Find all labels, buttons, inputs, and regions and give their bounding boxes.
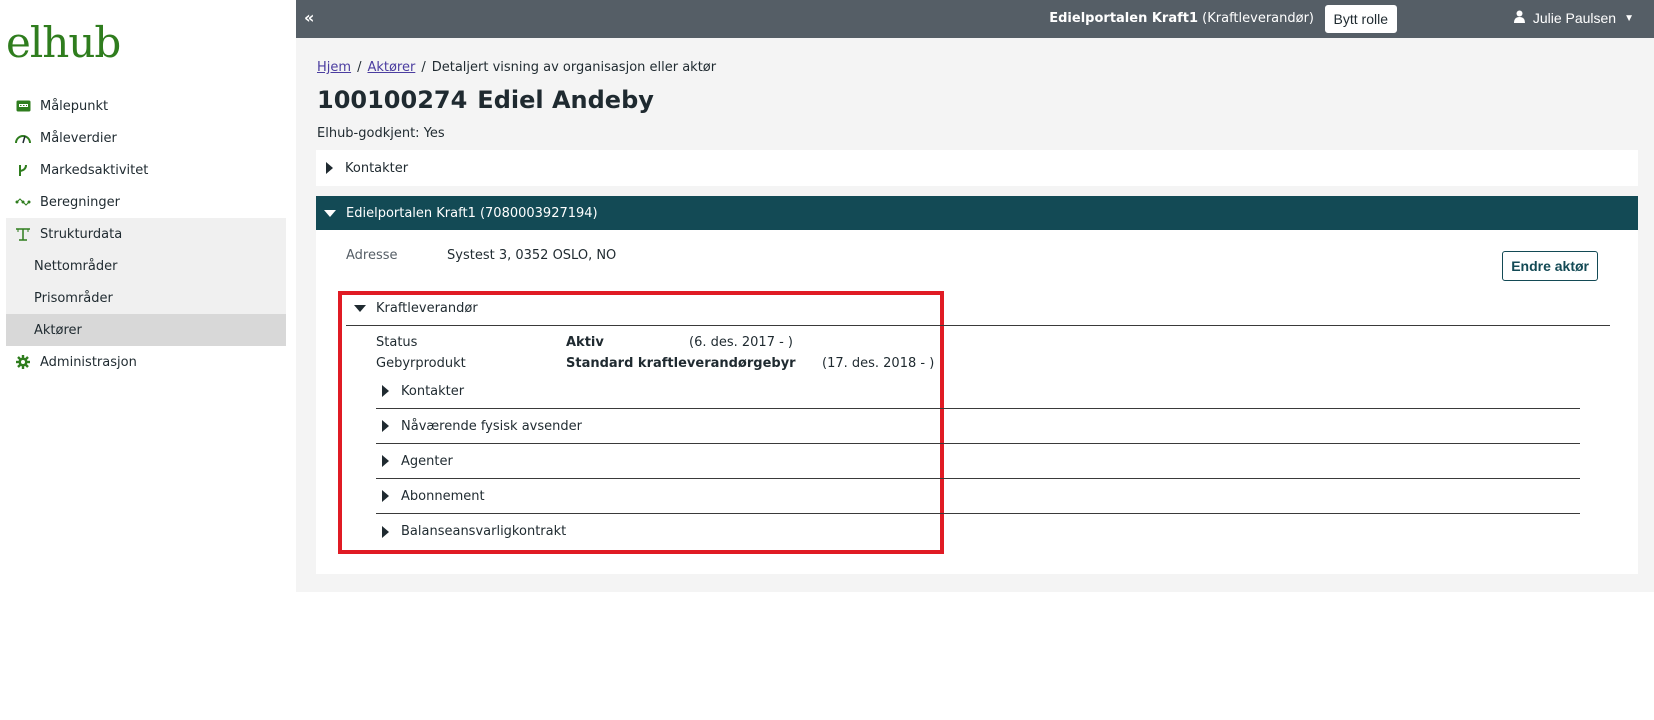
elhub-logo[interactable]: elhub <box>6 18 121 67</box>
contacts-accordion[interactable]: Kontakter <box>316 150 1638 186</box>
gauge-icon <box>14 131 32 145</box>
status-label: Status <box>376 335 418 350</box>
sidebar-item-label: Beregninger <box>40 194 120 210</box>
caret-right-icon <box>382 420 389 432</box>
sidebar-item-label: Administrasjon <box>40 354 137 370</box>
breadcrumb-home-link[interactable]: Hjem <box>317 60 351 75</box>
fee-product-value: Standard kraftleverandørgebyr <box>566 356 796 371</box>
page-title: 100100274 Ediel Andeby <box>317 86 654 114</box>
accordion-label: Kraftleverandør <box>376 301 478 316</box>
main-content: Hjem / Aktører / Detaljert visning av organi… <box>296 38 1654 592</box>
physical-sender-accordion[interactable]: Nåværende fysisk avsender <box>376 409 1580 444</box>
chevron-down-icon: ▼ <box>1624 12 1634 24</box>
switch-role-button[interactable]: Bytt rolle <box>1324 5 1397 33</box>
elhub-approved-status: Elhub-godkjent: Yes <box>317 126 445 141</box>
sidebar-item-malepunkt[interactable]: Målepunkt <box>6 90 286 122</box>
sidebar-item-label: Nettområder <box>34 258 118 274</box>
breadcrumb-separator: / <box>421 60 426 75</box>
breadcrumb: Hjem / Aktører / Detaljert visning av organi… <box>317 60 716 75</box>
sidebar-nav: Målepunkt Måleverdier Markedsaktivitet B… <box>6 90 286 378</box>
role-contacts-accordion[interactable]: Kontakter <box>376 374 1580 409</box>
subscription-accordion[interactable]: Abonnement <box>376 479 1580 514</box>
user-name: Julie Paulsen <box>1532 10 1617 26</box>
accordion-label: Edielportalen Kraft1 (7080003927194) <box>346 205 598 221</box>
user-menu[interactable]: Julie Paulsen ▼ <box>1513 10 1634 26</box>
organization-id: 100100274 <box>317 86 468 114</box>
top-bar: « Edielportalen Kraft1 (Kraftleverandør)… <box>296 0 1654 38</box>
meter-icon <box>14 99 32 113</box>
caret-right-icon <box>382 525 389 538</box>
sidebar-item-markedsaktivitet[interactable]: Markedsaktivitet <box>6 154 286 186</box>
user-icon <box>1513 10 1525 26</box>
pylon-icon <box>14 227 32 241</box>
collapse-sidebar-button[interactable]: « <box>304 8 314 27</box>
status-value: Aktiv <box>566 335 604 350</box>
organization-name: Ediel Andeby <box>477 86 654 114</box>
accordion-label: Abonnement <box>401 488 485 504</box>
calc-icon <box>14 195 32 209</box>
sidebar-item-aktorer[interactable]: Aktører <box>6 314 286 346</box>
sidebar-item-label: Markedsaktivitet <box>40 162 149 178</box>
sidebar-item-label: Prisområder <box>34 290 113 306</box>
fee-product-label: Gebyrprodukt <box>376 356 466 371</box>
sidebar: elhub Målepunkt Måleverdier Markedsaktiv… <box>0 0 296 720</box>
sidebar-item-nettomrader[interactable]: Nettområder <box>6 250 286 282</box>
accordion-label: Kontakter <box>401 383 465 399</box>
address-label: Adresse <box>346 248 398 263</box>
caret-down-icon <box>324 209 336 217</box>
sidebar-item-prisomrader[interactable]: Prisområder <box>6 282 286 314</box>
balance-contract-accordion[interactable]: Balanseansvarligkontrakt <box>376 514 1580 549</box>
gear-icon <box>14 355 32 369</box>
sidebar-item-label: Aktører <box>34 322 82 338</box>
fee-product-date: (17. des. 2018 - ) <box>822 356 935 371</box>
portal-indicator: Edielportalen Kraft1 (Kraftleverandør) <box>1049 11 1314 26</box>
agents-accordion[interactable]: Agenter <box>376 444 1580 479</box>
accordion-label: Balanseansvarligkontrakt <box>401 524 567 539</box>
role-accordion-header[interactable]: Kraftleverandør <box>346 292 1610 326</box>
caret-right-icon <box>382 385 389 397</box>
sidebar-item-label: Strukturdata <box>40 226 123 242</box>
branch-icon <box>14 163 32 177</box>
sidebar-item-administrasjon[interactable]: Administrasjon <box>6 346 286 378</box>
caret-right-icon <box>326 162 333 174</box>
actor-accordion-body: Adresse Systest 3, 0352 OSLO, NO Endre a… <box>316 230 1638 574</box>
actor-accordion-header[interactable]: Edielportalen Kraft1 (7080003927194) <box>316 196 1638 230</box>
breadcrumb-actors-link[interactable]: Aktører <box>367 60 415 75</box>
sidebar-item-label: Målepunkt <box>40 98 109 114</box>
caret-right-icon <box>382 490 389 502</box>
sidebar-item-maleverdier[interactable]: Måleverdier <box>6 122 286 154</box>
sidebar-item-label: Måleverdier <box>40 130 117 146</box>
portal-role: (Kraftleverandør) <box>1202 11 1314 26</box>
sidebar-item-beregninger[interactable]: Beregninger <box>6 186 286 218</box>
sidebar-item-strukturdata[interactable]: Strukturdata <box>6 218 286 250</box>
edit-actor-button[interactable]: Endre aktør <box>1502 251 1598 281</box>
status-date: (6. des. 2017 - ) <box>689 335 794 350</box>
address-value: Systest 3, 0352 OSLO, NO <box>447 248 617 263</box>
accordion-label: Agenter <box>401 453 453 469</box>
portal-name: Edielportalen Kraft1 <box>1049 11 1199 26</box>
accordion-label: Kontakter <box>345 160 409 176</box>
accordion-label: Nåværende fysisk avsender <box>401 418 582 434</box>
breadcrumb-separator: / <box>357 60 362 75</box>
caret-right-icon <box>382 455 389 467</box>
breadcrumb-current: Detaljert visning av organisasjon eller … <box>431 60 717 75</box>
caret-down-icon <box>354 305 366 312</box>
